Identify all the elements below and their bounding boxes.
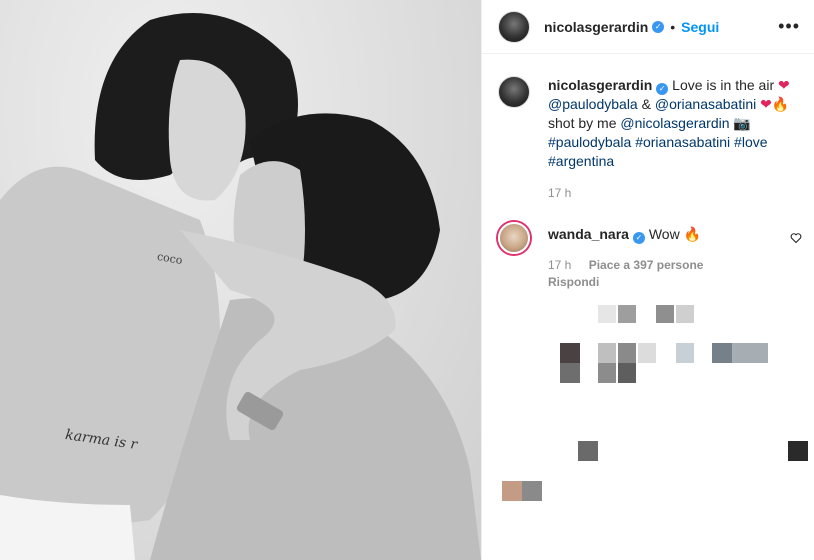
post-sidebar: nicolasgerardin ✓ • Segui ••• nicolasger… [481,0,814,560]
comment-text: Wow [648,226,680,242]
follow-button[interactable]: Segui [681,19,719,35]
hashtag-link[interactable]: #argentina [548,153,614,169]
caption-text: & [641,96,651,112]
verified-badge-icon: ✓ [632,232,645,244]
camera-icon: 📷 [733,115,751,131]
more-options-icon[interactable]: ••• [778,16,800,37]
caption-text: shot by me [548,115,617,131]
fire-icon: 🔥 [683,226,702,242]
heart-icon: ❤ [778,77,790,93]
photo-illustration [0,13,481,560]
caption: nicolasgerardin ✓ Love is in the air ❤ @p… [498,76,800,171]
caption-timestamp[interactable]: 17 h [548,186,571,200]
post-photo[interactable]: coco karma is r [0,0,481,560]
commenter-avatar[interactable] [498,222,530,254]
comment-likes[interactable]: Piace a 397 persone [589,258,704,272]
comment-meta: 17 h Piace a 397 persone [548,258,703,272]
reply-button[interactable]: Rispondi [548,275,599,289]
fire-icon: 🔥 [771,96,790,112]
comment-like-heart-icon[interactable] [790,232,802,244]
hashtag-link[interactable]: #love [734,134,767,150]
verified-badge-icon: ✓ [656,83,669,95]
hashtag-link[interactable]: #paulodybala [548,134,631,150]
mention-link[interactable]: @paulodybala [548,96,638,112]
separator-dot: • [670,18,676,35]
author-avatar[interactable] [498,10,530,43]
heart-icon: ❤ [760,96,772,112]
caption-avatar[interactable] [498,76,530,108]
comment-row: wanda_nara ✓ Wow 🔥 [498,222,800,254]
comment-timestamp[interactable]: 17 h [548,258,571,272]
author-username[interactable]: nicolasgerardin [544,19,648,35]
caption-text: Love is in the air [672,77,775,93]
commenter-username[interactable]: wanda_nara [548,226,629,242]
post-header: nicolasgerardin ✓ • Segui ••• [482,0,814,54]
mention-link[interactable]: @nicolasgerardin [620,115,729,131]
caption-username[interactable]: nicolasgerardin [548,77,652,93]
hashtag-link[interactable]: #orianasabatini [635,134,730,150]
mention-link[interactable]: @orianasabatini [655,96,756,112]
verified-badge-icon: ✓ [652,20,665,33]
